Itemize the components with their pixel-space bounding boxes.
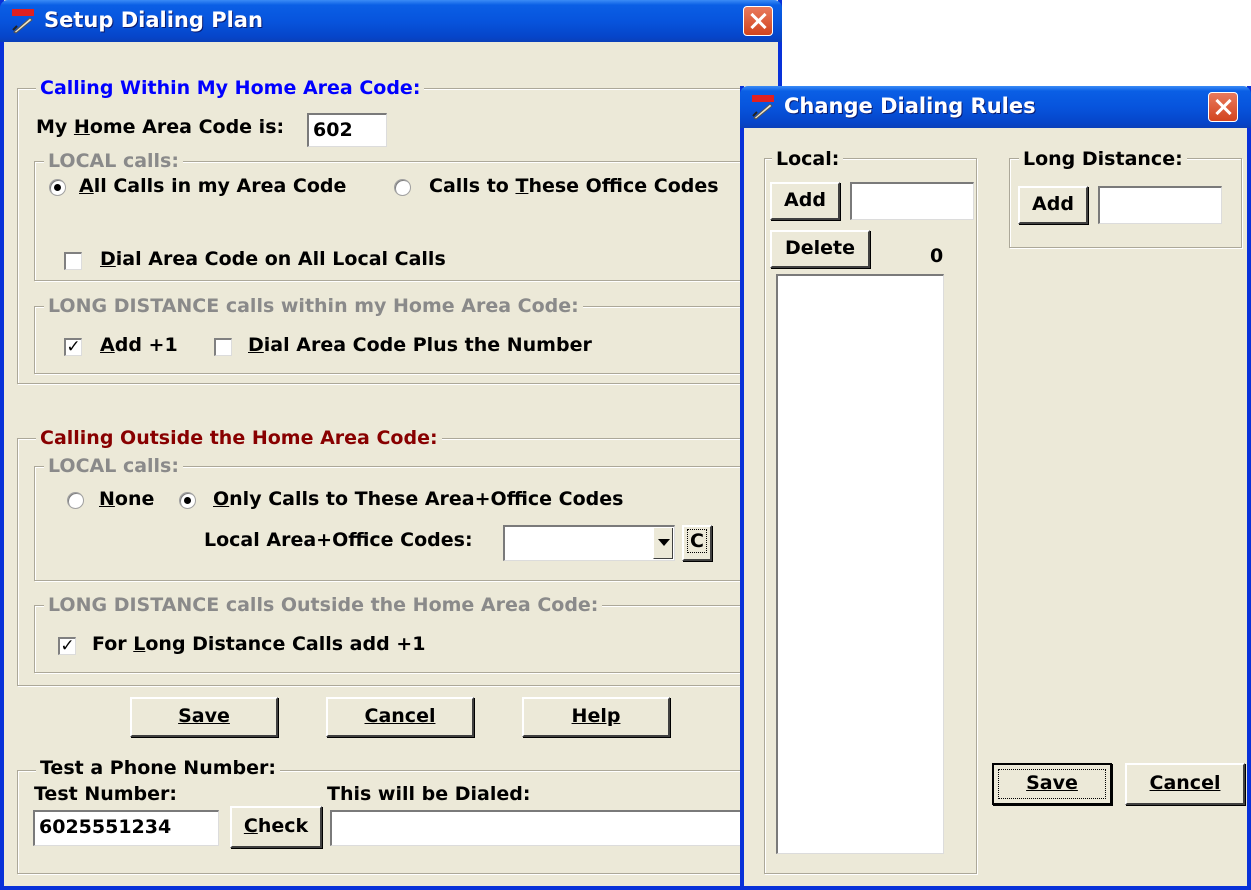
test-number-input[interactable]: 6025551234 — [33, 810, 219, 846]
long-add-input[interactable] — [1098, 186, 1222, 224]
local-codes-list[interactable] — [776, 274, 944, 854]
c-button[interactable]: C — [682, 525, 712, 561]
only-calls-radio[interactable] — [179, 492, 196, 509]
window-title: Setup Dialing Plan — [44, 8, 263, 32]
local-add-button[interactable]: Add — [770, 182, 840, 220]
local-codes-combo[interactable] — [503, 525, 675, 561]
outside-area-legend: Calling Outside the Home Area Code: — [36, 427, 442, 449]
c-button-label: C — [687, 529, 707, 553]
app-icon — [752, 95, 774, 120]
office-codes-label[interactable]: Calls to These Office Codes — [429, 175, 719, 197]
none-radio[interactable] — [67, 492, 84, 509]
all-calls-radio[interactable] — [49, 179, 66, 196]
none-label[interactable]: None — [99, 488, 154, 510]
app-icon — [12, 9, 34, 34]
close-icon[interactable] — [743, 6, 773, 36]
home-area-legend: Calling Within My Home Area Code: — [36, 77, 425, 99]
rules-window-title: Change Dialing Rules — [784, 94, 1036, 118]
dialed-output — [330, 810, 770, 846]
setup-dialing-plan-window: Setup Dialing Plan Calling Within My Hom… — [0, 0, 782, 890]
check-button-mnemonic: C — [243, 815, 258, 837]
close-icon[interactable] — [1208, 92, 1238, 122]
cancel-button[interactable]: Cancel — [326, 697, 474, 737]
title-bar[interactable]: Setup Dialing Plan — [0, 0, 782, 42]
save-button[interactable]: Save — [130, 697, 278, 737]
long-add-plus1-label[interactable]: For Long Distance Calls add +1 — [92, 633, 425, 655]
check-button[interactable]: Check — [230, 806, 322, 848]
check-button-rest: heck — [257, 815, 309, 837]
local-codes-label: Local Area+Office Codes: — [204, 529, 473, 551]
outside-local-group — [34, 466, 762, 581]
dial-area-plus-checkbox[interactable] — [214, 338, 232, 356]
long-add-button[interactable]: Add — [1018, 186, 1088, 224]
rules-local-legend: Local: — [772, 148, 844, 170]
home-local-legend: LOCAL calls: — [44, 150, 183, 172]
change-dialing-rules-window: Change Dialing Rules Local: Add Delete 0… — [740, 86, 1251, 890]
dial-area-code-label[interactable]: Dial Area Code on All Local Calls — [100, 248, 446, 270]
rules-long-legend: Long Distance: — [1019, 148, 1187, 170]
rules-title-bar[interactable]: Change Dialing Rules — [740, 86, 1251, 128]
long-add-plus1-checkbox[interactable]: ✓ — [58, 637, 76, 655]
rules-cancel-button-label: Cancel — [1149, 772, 1221, 794]
add-plus1-label[interactable]: Add +1 — [100, 334, 178, 356]
dialed-label: This will be Dialed: — [327, 783, 531, 805]
rules-save-button[interactable]: Save — [992, 763, 1112, 805]
test-number-legend: Test a Phone Number: — [36, 757, 280, 779]
cancel-button-label: Cancel — [364, 705, 436, 727]
dial-area-plus-label[interactable]: Dial Area Code Plus the Number — [248, 334, 592, 356]
test-number-label: Test Number: — [34, 783, 178, 805]
all-calls-label[interactable]: All Calls in my Area Code — [79, 175, 346, 197]
outside-local-legend: LOCAL calls: — [44, 455, 183, 477]
add-plus1-checkbox[interactable]: ✓ — [64, 338, 82, 356]
home-area-code-input[interactable]: 602 — [307, 113, 387, 147]
chevron-down-icon[interactable] — [653, 528, 673, 559]
office-codes-radio[interactable] — [394, 179, 411, 196]
home-long-legend: LONG DISTANCE calls within my Home Area … — [44, 295, 583, 317]
dial-area-code-checkbox[interactable] — [64, 252, 82, 270]
rules-save-button-label: Save — [1026, 772, 1078, 794]
help-button-label: Help — [571, 705, 621, 727]
help-button[interactable]: Help — [522, 697, 670, 737]
local-count: 0 — [930, 245, 944, 267]
only-calls-label[interactable]: Only Calls to These Area+Office Codes — [213, 488, 623, 510]
rules-cancel-button[interactable]: Cancel — [1125, 763, 1245, 805]
delete-button[interactable]: Delete — [770, 230, 870, 268]
local-add-input[interactable] — [850, 182, 974, 220]
home-area-code-label: My Home Area Code is: — [36, 116, 285, 138]
save-button-label: Save — [178, 705, 230, 727]
outside-long-legend: LONG DISTANCE calls Outside the Home Are… — [44, 594, 603, 616]
